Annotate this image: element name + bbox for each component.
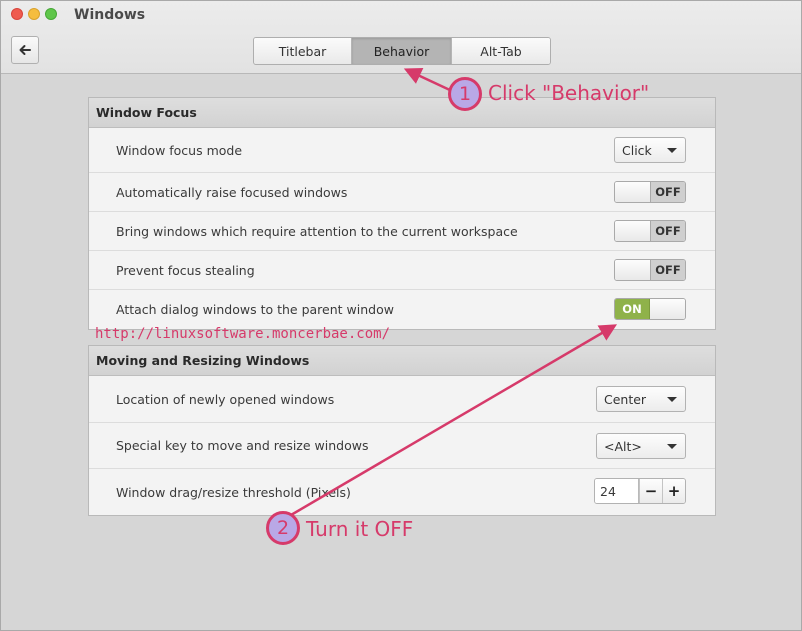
- settings-row: Location of newly opened windows Center: [89, 376, 715, 423]
- switch-knob: [615, 221, 650, 241]
- settings-row: Prevent focus stealing OFF: [89, 251, 715, 290]
- callout-text: Turn it OFF: [306, 517, 414, 541]
- tab-alt-tab[interactable]: Alt-Tab: [452, 38, 550, 64]
- chevron-down-icon: [667, 148, 677, 153]
- decrement-button[interactable]: −: [639, 479, 662, 503]
- minimize-window-button[interactable]: [28, 8, 40, 20]
- row-label: Special key to move and resize windows: [116, 438, 369, 453]
- row-label: Window focus mode: [116, 142, 243, 158]
- switch-knob: [615, 260, 650, 280]
- dropdown-value: <Alt>: [604, 438, 642, 454]
- settings-row: Attach dialog windows to the parent wind…: [89, 290, 715, 329]
- maximize-window-button[interactable]: [45, 8, 57, 20]
- modifier-key-dropdown[interactable]: <Alt>: [596, 433, 686, 459]
- attention-workspace-switch[interactable]: OFF: [614, 220, 686, 242]
- window-title: Windows: [74, 7, 146, 23]
- callout-number: 2: [266, 511, 300, 545]
- watermark-url: http://linuxsoftware.moncerbae.com/: [95, 326, 391, 342]
- back-arrow-icon: [19, 45, 31, 55]
- attach-dialogs-switch[interactable]: ON: [614, 298, 686, 320]
- dropdown-value: Center: [604, 391, 647, 407]
- settings-row: Automatically raise focused windows OFF: [89, 173, 715, 212]
- row-label: Prevent focus stealing: [116, 262, 255, 278]
- settings-row: Bring windows which require attention to…: [89, 212, 715, 251]
- row-label: Window drag/resize threshold (Pixels): [116, 484, 351, 500]
- switch-state: OFF: [649, 182, 685, 202]
- close-window-button[interactable]: [11, 8, 23, 20]
- window-focus-section: Window Focus Window focus mode Click Aut…: [88, 97, 716, 330]
- switch-state: OFF: [649, 221, 685, 241]
- chevron-down-icon: [667, 397, 677, 402]
- threshold-input[interactable]: 24: [595, 479, 639, 503]
- row-label: Location of newly opened windows: [116, 391, 335, 407]
- moving-resizing-section: Moving and Resizing Windows Location of …: [88, 345, 716, 516]
- switch-knob: [615, 182, 650, 202]
- threshold-spinbutton: 24 − +: [594, 478, 686, 504]
- section-title: Moving and Resizing Windows: [89, 346, 715, 376]
- dropdown-value: Click: [622, 142, 652, 158]
- callout-number: 1: [448, 77, 482, 111]
- auto-raise-switch[interactable]: OFF: [614, 181, 686, 203]
- tab-switcher: Titlebar Behavior Alt-Tab: [253, 37, 551, 65]
- switch-knob: [650, 299, 685, 319]
- row-label: Attach dialog windows to the parent wind…: [116, 302, 394, 317]
- settings-row: Special key to move and resize windows <…: [89, 423, 715, 469]
- window-location-dropdown[interactable]: Center: [596, 386, 686, 412]
- row-label: Automatically raise focused windows: [116, 184, 348, 200]
- prevent-focus-stealing-switch[interactable]: OFF: [614, 259, 686, 281]
- settings-row: Window focus mode Click: [89, 128, 715, 173]
- tab-behavior[interactable]: Behavior: [352, 38, 452, 64]
- settings-row: Window drag/resize threshold (Pixels) 24…: [89, 469, 715, 515]
- header-bar: Windows Titlebar Behavior Alt-Tab: [1, 1, 801, 74]
- row-label: Bring windows which require attention to…: [116, 223, 518, 239]
- increment-button[interactable]: +: [662, 479, 685, 503]
- chevron-down-icon: [667, 444, 677, 449]
- switch-state: ON: [615, 299, 651, 319]
- focus-mode-dropdown[interactable]: Click: [614, 137, 686, 163]
- tab-titlebar[interactable]: Titlebar: [254, 38, 352, 64]
- switch-state: OFF: [649, 260, 685, 280]
- back-button[interactable]: [11, 36, 39, 64]
- callout-text: Click "Behavior": [488, 81, 650, 105]
